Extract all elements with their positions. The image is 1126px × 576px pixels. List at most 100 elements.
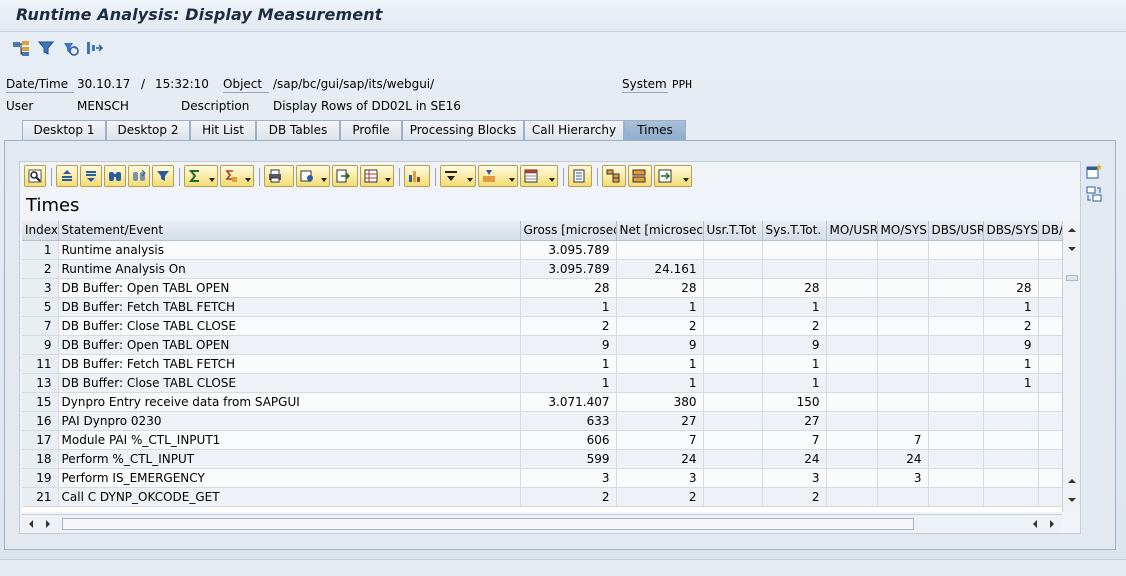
value-cell[interactable]: 2 <box>616 316 704 336</box>
value-cell[interactable] <box>703 411 763 431</box>
column-header-net[interactable]: Net [microsec] <box>616 221 704 241</box>
value-cell[interactable]: 2 <box>762 487 827 507</box>
value-cell[interactable] <box>928 392 984 412</box>
table-row[interactable]: 7 DB Buffer: Close TABL CLOSE 2 2 2 2 <box>22 316 1062 336</box>
value-cell[interactable] <box>826 278 878 298</box>
value-cell[interactable] <box>928 335 984 355</box>
value-cell[interactable] <box>928 468 984 488</box>
value-cell[interactable]: 9 <box>616 335 704 355</box>
print-preview-button[interactable] <box>264 165 294 187</box>
value-cell[interactable]: 9 <box>762 335 827 355</box>
column-header-db[interactable]: DB/ <box>1038 221 1062 241</box>
value-cell[interactable] <box>877 240 929 260</box>
value-cell[interactable] <box>703 259 763 279</box>
row-index-cell[interactable]: 21 <box>22 487 59 507</box>
table-row[interactable]: 9 DB Buffer: Open TABL OPEN 9 9 9 9 <box>22 335 1062 355</box>
statement-cell[interactable]: DB Buffer: Open TABL OPEN <box>58 278 521 298</box>
scroll-left-icon[interactable] <box>25 518 37 530</box>
info-button[interactable] <box>568 165 592 187</box>
value-cell[interactable]: 2 <box>520 487 617 507</box>
table-row[interactable]: 3 DB Buffer: Open TABL OPEN 28 28 28 28 <box>22 278 1062 298</box>
tab-db-tables[interactable]: DB Tables <box>256 120 340 140</box>
value-cell[interactable] <box>928 259 984 279</box>
value-cell[interactable] <box>877 297 929 317</box>
find-button[interactable] <box>104 165 126 187</box>
vertical-scroll-thumb[interactable] <box>1066 275 1078 281</box>
table-row[interactable]: 17 Module PAI %_CTL_INPUT1 606 7 7 7 <box>22 430 1062 450</box>
value-cell[interactable] <box>877 487 929 507</box>
value-cell[interactable] <box>703 354 763 374</box>
column-header-dbs-sys[interactable]: DBS/SYS <box>983 221 1039 241</box>
scroll-right-icon[interactable] <box>42 518 54 530</box>
value-cell[interactable] <box>1038 240 1062 260</box>
row-index-cell[interactable]: 17 <box>22 430 59 450</box>
value-cell[interactable]: 2 <box>520 316 617 336</box>
value-cell[interactable] <box>1038 316 1062 336</box>
table-row[interactable]: 2 Runtime Analysis On 3.095.789 24.161 <box>22 259 1062 279</box>
value-cell[interactable] <box>928 316 984 336</box>
graphic-button[interactable] <box>404 165 430 187</box>
hierarchy-icon[interactable] <box>12 39 30 57</box>
value-cell[interactable]: 28 <box>616 278 704 298</box>
row-index-cell[interactable]: 9 <box>22 335 59 355</box>
value-cell[interactable] <box>703 449 763 469</box>
value-cell[interactable]: 2 <box>762 316 827 336</box>
tab-hit-list[interactable]: Hit List <box>190 120 256 140</box>
value-cell[interactable] <box>1038 430 1062 450</box>
statement-cell[interactable]: Module PAI %_CTL_INPUT1 <box>58 430 521 450</box>
value-cell[interactable]: 3.095.789 <box>520 259 617 279</box>
filter-button[interactable] <box>152 165 174 187</box>
value-cell[interactable] <box>826 297 878 317</box>
value-cell[interactable] <box>928 278 984 298</box>
value-cell[interactable] <box>928 430 984 450</box>
statement-cell[interactable]: DB Buffer: Close TABL CLOSE <box>58 373 521 393</box>
value-cell[interactable]: 28 <box>520 278 617 298</box>
tab-times[interactable]: Times <box>624 120 686 141</box>
value-cell[interactable]: 24 <box>762 449 827 469</box>
value-cell[interactable] <box>1038 373 1062 393</box>
statement-cell[interactable]: DB Buffer: Open TABL OPEN <box>58 335 521 355</box>
scroll-page-down-icon[interactable] <box>1066 494 1078 506</box>
row-index-cell[interactable]: 5 <box>22 297 59 317</box>
value-cell[interactable]: 24.161 <box>616 259 704 279</box>
value-cell[interactable] <box>877 373 929 393</box>
value-cell[interactable] <box>983 240 1039 260</box>
value-cell[interactable]: 1 <box>762 297 827 317</box>
value-cell[interactable] <box>928 373 984 393</box>
value-cell[interactable] <box>1038 297 1062 317</box>
value-cell[interactable] <box>1038 335 1062 355</box>
table-row[interactable]: 5 DB Buffer: Fetch TABL FETCH 1 1 1 1 <box>22 297 1062 317</box>
value-cell[interactable] <box>703 297 763 317</box>
column-header-mo-usr[interactable]: MO/USR <box>826 221 878 241</box>
refresh-icon[interactable] <box>61 39 79 57</box>
table-row[interactable]: 13 DB Buffer: Close TABL CLOSE 1 1 1 1 <box>22 373 1062 393</box>
filter-icon[interactable] <box>37 39 55 57</box>
statement-cell[interactable]: Dynpro Entry receive data from SAPGUI <box>58 392 521 412</box>
columns-button[interactable] <box>520 165 558 187</box>
statement-cell[interactable]: Perform IS_EMERGENCY <box>58 468 521 488</box>
value-cell[interactable] <box>928 411 984 431</box>
find-next-button[interactable] <box>128 165 150 187</box>
value-cell[interactable] <box>826 392 878 412</box>
value-cell[interactable] <box>877 411 929 431</box>
horizontal-scrollbar[interactable] <box>22 514 1062 532</box>
value-cell[interactable] <box>703 430 763 450</box>
table-row[interactable]: 15 Dynpro Entry receive data from SAPGUI 3… <box>22 392 1062 412</box>
group-button[interactable] <box>628 165 652 187</box>
scroll-up-icon[interactable] <box>1066 224 1078 236</box>
value-cell[interactable] <box>616 240 704 260</box>
statement-cell[interactable]: DB Buffer: Close TABL CLOSE <box>58 316 521 336</box>
table-row[interactable]: 11 DB Buffer: Fetch TABL FETCH 1 1 1 1 <box>22 354 1062 374</box>
value-cell[interactable]: 1 <box>983 354 1039 374</box>
expand-button[interactable] <box>478 165 518 187</box>
value-cell[interactable]: 150 <box>762 392 827 412</box>
value-cell[interactable]: 2 <box>616 487 704 507</box>
navigation-button[interactable] <box>654 165 692 187</box>
value-cell[interactable] <box>703 392 763 412</box>
value-cell[interactable] <box>1038 278 1062 298</box>
row-index-cell[interactable]: 7 <box>22 316 59 336</box>
row-index-cell[interactable]: 1 <box>22 240 59 260</box>
statement-cell[interactable]: DB Buffer: Fetch TABL FETCH <box>58 297 521 317</box>
statement-cell[interactable]: Runtime Analysis On <box>58 259 521 279</box>
export-button[interactable] <box>332 165 358 187</box>
